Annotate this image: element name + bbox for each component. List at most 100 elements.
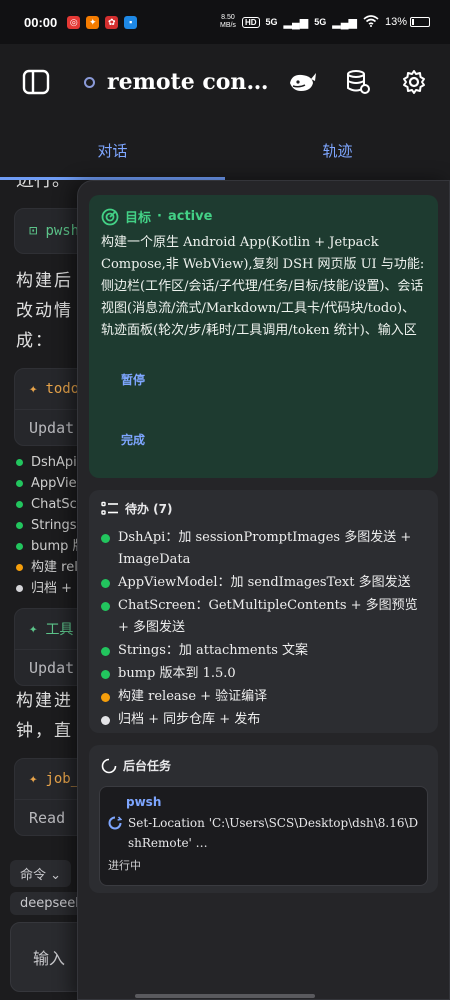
- side-panel: 目标 · active 构建一个原生 Android App(Kotlin + …: [77, 180, 450, 1000]
- message-text: 进行。: [16, 180, 70, 191]
- todo-text: Strings：加 attachments 文案: [118, 643, 309, 658]
- list-item-text: DshApi: [31, 455, 77, 470]
- todo-title: 待办 (7): [125, 502, 173, 516]
- todo-item: AppViewModel：加 sendImagesText 多图发送: [101, 572, 426, 594]
- todo-text: 构建 release + 验证编译: [118, 689, 268, 704]
- list-item: AppVie: [16, 473, 86, 494]
- list-item: 构建 rel: [16, 557, 86, 578]
- todo-list: DshApi：加 sessionPromptImages 多图发送 + Imag…: [101, 527, 426, 731]
- status-dot-icon: [101, 579, 110, 588]
- app-header: remote cont …: [0, 44, 450, 120]
- todo-text: AppViewModel：加 sendImagesText 多图发送: [118, 575, 411, 590]
- list-item: Strings: [16, 515, 86, 536]
- status-dot-icon: [16, 522, 23, 529]
- separator: ·: [157, 209, 162, 224]
- signal-5g-1: 5G: [265, 17, 278, 27]
- sparkle-icon: ✦: [29, 621, 38, 637]
- pause-button[interactable]: 暂停: [121, 371, 145, 388]
- message-text: 构建进 钟，直: [16, 691, 73, 741]
- message-text: 构建后 改动情 成：: [16, 271, 73, 351]
- sparkle-icon: ✦: [29, 381, 38, 397]
- sidebar-toggle-button[interactable]: [20, 66, 52, 98]
- status-dot-icon: [16, 564, 23, 571]
- status-dot-icon: [101, 602, 110, 611]
- todo-item: 构建 release + 验证编译: [101, 686, 426, 708]
- battery-icon: [410, 17, 430, 27]
- command-dropdown[interactable]: 命令 ⌄: [10, 860, 72, 887]
- status-dot-icon: [16, 543, 23, 550]
- gear-icon: [403, 70, 425, 94]
- app-notification-icon: ✦: [86, 15, 100, 29]
- tool-card-label: todo: [45, 381, 80, 397]
- connection-status-icon: [84, 76, 95, 88]
- todo-text: ChatScreen：GetMultipleContents + 多图预览 + …: [118, 598, 418, 635]
- chevron-down-icon: ⌄: [50, 868, 62, 883]
- list-item-text: 构建 rel: [31, 560, 78, 575]
- settings-button[interactable]: [398, 66, 430, 98]
- command-row: 命令 ⌄: [10, 860, 72, 887]
- signal-bars-icon: ▂▄▆: [283, 16, 309, 29]
- list-item-text: AppVie: [31, 476, 77, 491]
- wifi-icon: [363, 14, 379, 30]
- status-dot-icon: [16, 585, 23, 592]
- tab-trajectory[interactable]: 轨迹: [225, 120, 450, 180]
- app-notification-icon: ✿: [105, 15, 119, 29]
- signal-5g-2: 5G: [314, 17, 327, 27]
- list-item-text: ChatSc: [31, 497, 77, 512]
- todo-item: bump 版本到 1.5.0: [101, 663, 426, 685]
- list-item: DshApi: [16, 452, 86, 473]
- list-item: ChatSc: [16, 494, 86, 515]
- status-dot-icon: [101, 670, 110, 679]
- status-dot-icon: [16, 459, 23, 466]
- todo-text: bump 版本到 1.5.0: [118, 666, 236, 681]
- todo-item: 归档 + 同步仓库 + 发布: [101, 709, 426, 731]
- tab-bar: 对话 轨迹: [0, 120, 450, 180]
- page-title: remote cont …: [107, 69, 276, 95]
- tab-conversation[interactable]: 对话: [0, 120, 225, 180]
- status-dot-icon: [16, 501, 23, 508]
- goal-card: 目标 · active 构建一个原生 Android App(Kotlin + …: [89, 195, 438, 478]
- app-notification-icon: ◎: [67, 15, 81, 29]
- network-speed: 8.50 MB/s: [219, 14, 236, 29]
- goal-label: 目标: [125, 211, 152, 226]
- spinner-icon: [108, 816, 122, 830]
- database-button[interactable]: [342, 66, 374, 98]
- todo-text: 归档 + 同步仓库 + 发布: [118, 712, 261, 727]
- todo-item: Strings：加 attachments 文案: [101, 640, 426, 662]
- complete-button[interactable]: 完成: [121, 431, 145, 448]
- tool-card-label: pwsh: [45, 223, 80, 239]
- list-item: 归档 +: [16, 578, 86, 599]
- goal-status: active: [167, 209, 213, 224]
- task-command: Set-Location 'C:\Users\SCS\Desktop\dsh\8…: [128, 816, 419, 850]
- status-time: 00:00: [24, 14, 58, 30]
- sidebar-icon: [22, 69, 50, 95]
- battery-percent: 13%: [384, 16, 407, 28]
- task-card[interactable]: pwsh Set-Location 'C:\Users\SCS\Desktop\…: [99, 786, 428, 886]
- todo-item: ChatScreen：GetMultipleContents + 多图预览 + …: [101, 595, 426, 639]
- background-tasks-title: 后台任务: [123, 759, 172, 773]
- list-item-text: Strings: [31, 518, 77, 533]
- goal-description: 构建一个原生 Android App(Kotlin + Jetpack Comp…: [101, 235, 425, 338]
- target-icon: [101, 208, 119, 225]
- list-item: bump 版: [16, 536, 86, 557]
- status-dot-icon: [101, 693, 110, 702]
- home-indicator[interactable]: [135, 994, 315, 998]
- loading-circle-icon: [101, 758, 117, 773]
- task-name: pwsh: [126, 795, 162, 809]
- todo-item: DshApi：加 sessionPromptImages 多图发送 + Imag…: [101, 527, 426, 571]
- whale-button[interactable]: [286, 66, 318, 98]
- app-notification-icon: ▪: [124, 15, 138, 29]
- tool-card-label: 工具: [45, 622, 74, 638]
- status-dot-icon: [101, 647, 110, 656]
- status-dot-icon: [101, 716, 110, 725]
- terminal-icon: ⊡: [29, 223, 38, 239]
- sparkle-icon: ✦: [29, 771, 38, 787]
- todo-text: DshApi：加 sessionPromptImages 多图发送 + Imag…: [118, 530, 412, 567]
- todo-panel: 待办 (7) DshApi：加 sessionPromptImages 多图发送…: [89, 490, 438, 733]
- status-bar: 00:00 ◎ ✦ ✿ ▪ 8.50 MB/s HD 5G ▂▄▆ 5G ▂▄▆…: [0, 0, 450, 44]
- hd-badge: HD: [241, 16, 260, 28]
- signal-bars-icon: ▂▄▆: [332, 16, 357, 29]
- database-icon: [347, 70, 370, 94]
- task-status: 进行中: [108, 859, 141, 872]
- todo-list-preview: DshApi AppVie ChatSc Strings bump 版构建 rel 归档 …: [16, 452, 86, 599]
